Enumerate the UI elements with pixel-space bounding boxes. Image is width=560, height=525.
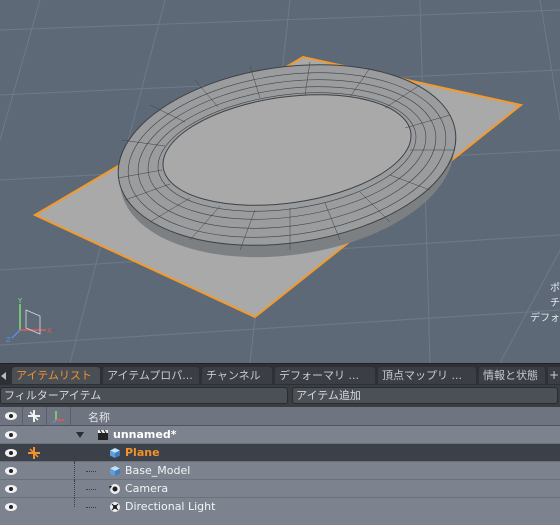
item-label: unnamed* xyxy=(113,428,177,441)
tree-line xyxy=(74,480,76,498)
tree-line xyxy=(74,498,76,507)
filter-items-input[interactable]: フィルターアイテム xyxy=(0,387,288,404)
tab-deformer-list[interactable]: デフォーマリ ... xyxy=(275,367,375,384)
tab-info-status[interactable]: 情報と状態 xyxy=(479,367,545,384)
3d-viewport[interactable]: ポ チ デフォ Y Z X xyxy=(0,0,560,363)
tree-connector xyxy=(86,507,96,508)
selected-pin-icon[interactable] xyxy=(23,444,45,462)
tab-channels[interactable]: チャンネル xyxy=(202,367,272,384)
type-column-axes-icon[interactable] xyxy=(48,407,70,425)
mesh-cube-icon xyxy=(110,448,120,458)
expand-triangle-icon[interactable] xyxy=(76,432,84,438)
tab-vertex-map-list[interactable]: 頂点マップリ ... xyxy=(378,367,476,384)
item-label: Plane xyxy=(125,446,160,459)
visibility-column-eye-icon[interactable] xyxy=(0,407,22,425)
lock-column-icon[interactable] xyxy=(23,407,45,425)
tree-connector xyxy=(86,453,96,454)
item-label: Directional Light xyxy=(125,500,216,513)
list-item-plane[interactable]: Plane xyxy=(0,444,560,462)
axis-y-label: Y xyxy=(17,297,23,305)
tab-item-list[interactable]: アイテムリスト xyxy=(12,367,100,384)
visibility-eye-icon[interactable] xyxy=(0,498,22,516)
list-item-base-model[interactable]: Base_Model xyxy=(0,462,560,480)
item-label: Base_Model xyxy=(125,464,191,477)
axis-x-label: X xyxy=(47,327,52,335)
tree-connector xyxy=(86,471,96,472)
viewport-scene xyxy=(0,0,560,363)
camera-icon xyxy=(109,484,120,494)
item-label: Camera xyxy=(125,482,169,495)
list-item-directional-light[interactable]: Directional Light xyxy=(0,498,560,525)
tree-connector xyxy=(86,489,96,490)
axis-z-label: Z xyxy=(6,336,11,344)
name-column-header[interactable]: 名称 xyxy=(88,409,110,425)
visibility-eye-icon[interactable] xyxy=(0,462,22,480)
tab-item-properties[interactable]: アイテムプロパ... xyxy=(103,367,199,384)
visibility-eye-icon[interactable] xyxy=(0,426,22,444)
item-list-header: 名称 xyxy=(0,407,560,426)
panel-tab-bar: アイテムリスト アイテムプロパ... チャンネル デフォーマリ ... 頂点マッ… xyxy=(0,363,560,386)
hud-line-2: チ xyxy=(550,298,560,309)
filter-row: フィルターアイテム アイテム追加 xyxy=(0,385,560,407)
hud-line-1: ポ xyxy=(550,283,560,294)
tree-line xyxy=(74,462,76,480)
visibility-eye-icon[interactable] xyxy=(0,480,22,498)
list-item-scene[interactable]: unnamed* xyxy=(0,426,560,444)
hud-line-3: デフォ xyxy=(530,313,560,324)
add-item-button[interactable]: アイテム追加 xyxy=(292,387,558,404)
tab-scroll-left-icon[interactable] xyxy=(1,372,6,380)
tree-line xyxy=(74,444,76,462)
scene-clapper-icon xyxy=(98,429,108,440)
light-icon xyxy=(110,502,120,512)
visibility-eye-icon[interactable] xyxy=(0,444,22,462)
mesh-cube-icon xyxy=(110,466,120,476)
list-item-camera[interactable]: Camera xyxy=(0,480,560,498)
axis-gizmo-icon: Y Z X xyxy=(6,297,52,344)
add-tab-button[interactable]: + xyxy=(548,367,560,384)
